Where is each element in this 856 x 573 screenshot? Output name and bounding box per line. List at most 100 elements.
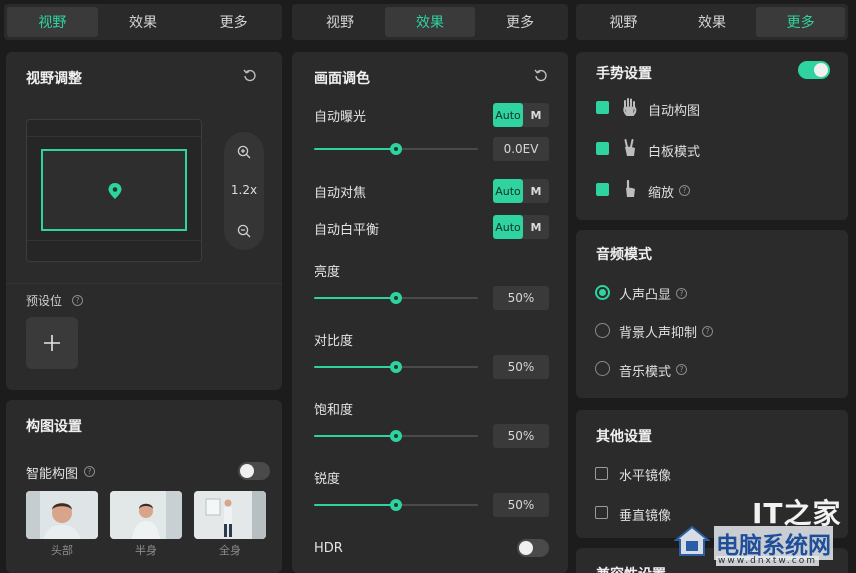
pointing-hand-icon xyxy=(626,179,635,197)
music-mode-radio[interactable] xyxy=(595,361,610,376)
help-icon[interactable]: ? xyxy=(72,295,83,306)
location-pin-icon[interactable] xyxy=(107,182,123,200)
manual-button[interactable]: M xyxy=(523,103,549,127)
auto-exposure-label: 自动曝光 xyxy=(314,110,367,125)
house-logo-icon xyxy=(674,525,710,556)
watermark-text: 电脑系统网 xyxy=(714,526,833,560)
auto-framing-label: 自动构图 xyxy=(648,104,701,119)
horizontal-mirror-checkbox[interactable] xyxy=(595,467,608,480)
slider-knob[interactable] xyxy=(390,292,402,304)
slider-knob[interactable] xyxy=(390,143,402,155)
contrast-value[interactable]: 50% xyxy=(493,355,549,379)
sharpness-value[interactable]: 50% xyxy=(493,493,549,517)
slider-knob[interactable] xyxy=(390,361,402,373)
zoom-label: 缩放 xyxy=(648,186,675,201)
thumb-head[interactable] xyxy=(26,491,98,539)
tab-view[interactable]: 视野 xyxy=(7,7,98,37)
sharpness-slider[interactable] xyxy=(314,499,478,511)
contrast-slider[interactable] xyxy=(314,361,478,373)
hdr-label: HDR xyxy=(314,541,343,556)
tab-view[interactable]: 视野 xyxy=(579,7,668,37)
gesture-toggle[interactable] xyxy=(798,61,830,79)
background-voice-suppression-label: 背景人声抑制 xyxy=(619,326,698,341)
tab-effects[interactable]: 效果 xyxy=(668,7,757,37)
manual-button[interactable]: M xyxy=(523,179,549,203)
add-preset-button[interactable] xyxy=(26,317,78,369)
white-balance-mode-switch[interactable]: Auto M xyxy=(493,215,549,239)
view-preview-area xyxy=(26,119,202,262)
auto-button[interactable]: Auto xyxy=(493,103,523,127)
panel-title: 画面调色 xyxy=(314,71,370,87)
slider-knob[interactable] xyxy=(390,430,402,442)
watermark-url: www.dnxtw.com xyxy=(716,556,820,566)
panel-title: 构图设置 xyxy=(26,419,82,435)
vertical-mirror-checkbox[interactable] xyxy=(595,506,608,519)
color-grading-panel: 画面调色 自动曝光 Auto M 0.0EV 自动对焦 Auto M 自动白平衡… xyxy=(292,52,568,573)
thumb-half-body[interactable] xyxy=(110,491,182,539)
tab-bar: 视野 效果 更多 xyxy=(4,4,282,40)
reset-icon[interactable] xyxy=(534,68,548,82)
auto-framing-checkbox[interactable] xyxy=(596,101,609,114)
zoom-value: 1.2x xyxy=(230,183,258,197)
help-icon[interactable]: ? xyxy=(702,326,713,337)
view-adjust-panel: 视野调整 1.2x 预设位 ? xyxy=(6,52,282,390)
preset-label: 预设位 xyxy=(26,294,63,308)
tab-effects[interactable]: 效果 xyxy=(385,7,475,37)
zoom-out-icon[interactable] xyxy=(237,224,251,238)
watermark: IT之家 电脑系统网 www.dnxtw.com xyxy=(672,492,856,573)
exposure-value[interactable]: 0.0EV xyxy=(493,137,549,161)
background-voice-suppression-radio[interactable] xyxy=(595,323,610,338)
voice-highlight-radio[interactable] xyxy=(595,285,610,300)
smart-composition-toggle[interactable] xyxy=(238,462,270,480)
music-mode-label: 音乐模式 xyxy=(619,365,672,380)
zoom-in-icon[interactable] xyxy=(237,145,251,159)
help-icon[interactable]: ? xyxy=(84,466,95,477)
slider-knob[interactable] xyxy=(390,499,402,511)
person-half-image xyxy=(110,491,182,539)
panel-title: 视野调整 xyxy=(26,71,82,87)
horizontal-mirror-label: 水平镜像 xyxy=(619,469,672,484)
auto-button[interactable]: Auto xyxy=(493,179,523,203)
saturation-value[interactable]: 50% xyxy=(493,424,549,448)
brightness-label: 亮度 xyxy=(314,265,341,280)
help-icon[interactable]: ? xyxy=(676,288,687,299)
sharpness-label: 锐度 xyxy=(314,472,341,487)
contrast-label: 对比度 xyxy=(314,334,354,349)
reset-icon[interactable] xyxy=(243,68,257,82)
tab-more[interactable]: 更多 xyxy=(188,7,279,37)
panel-title: 手势设置 xyxy=(596,66,652,82)
tab-more[interactable]: 更多 xyxy=(475,7,565,37)
exposure-slider[interactable] xyxy=(314,143,478,155)
panel-title: 其他设置 xyxy=(596,429,652,445)
saturation-label: 饱和度 xyxy=(314,403,354,418)
tab-view[interactable]: 视野 xyxy=(295,7,385,37)
thumb-label-head: 头部 xyxy=(51,544,73,557)
smart-composition-label: 智能构图 xyxy=(26,467,79,482)
manual-button[interactable]: M xyxy=(523,215,549,239)
view-frame[interactable] xyxy=(41,149,187,231)
open-hand-icon xyxy=(623,98,637,116)
help-icon[interactable]: ? xyxy=(676,364,687,375)
exposure-mode-switch[interactable]: Auto M xyxy=(493,103,549,127)
auto-button[interactable]: Auto xyxy=(493,215,523,239)
saturation-slider[interactable] xyxy=(314,430,478,442)
victory-hand-icon xyxy=(624,139,635,156)
zoom-checkbox[interactable] xyxy=(596,183,609,196)
whiteboard-checkbox[interactable] xyxy=(596,142,609,155)
thumb-full-body[interactable] xyxy=(194,491,266,539)
person-full-image xyxy=(194,491,266,539)
tab-more[interactable]: 更多 xyxy=(756,7,846,37)
brightness-value[interactable]: 50% xyxy=(493,286,549,310)
vertical-mirror-label: 垂直镜像 xyxy=(619,509,672,524)
more-column: 视野 效果 更多 手势设置 自动构图 白板模式 缩放 ? 音频模式 人声凸显 ?… xyxy=(576,0,848,573)
effects-column: 视野 效果 更多 画面调色 自动曝光 Auto M 0.0EV 自动对焦 Aut… xyxy=(292,0,568,573)
person-head-image xyxy=(26,491,98,539)
brightness-slider[interactable] xyxy=(314,292,478,304)
audio-mode-panel: 音频模式 人声凸显 ? 背景人声抑制 ? 音乐模式 ? xyxy=(576,230,848,398)
tab-effects[interactable]: 效果 xyxy=(98,7,189,37)
tab-bar: 视野 效果 更多 xyxy=(292,4,568,40)
help-icon[interactable]: ? xyxy=(679,185,690,196)
focus-mode-switch[interactable]: Auto M xyxy=(493,179,549,203)
hdr-toggle[interactable] xyxy=(517,539,549,557)
divider xyxy=(6,283,282,284)
